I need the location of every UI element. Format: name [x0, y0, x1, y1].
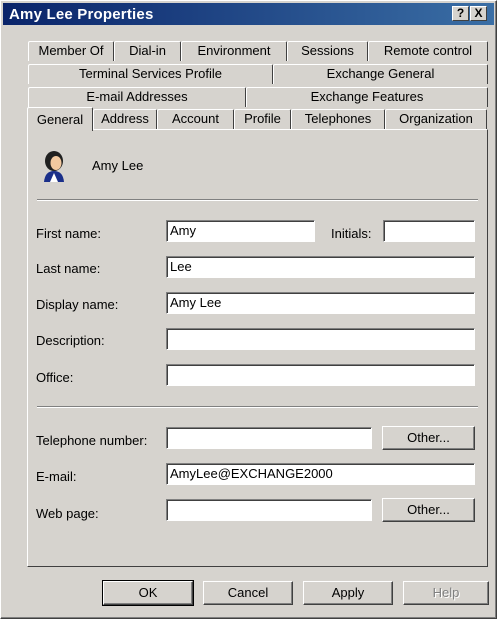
user-icon — [44, 151, 64, 182]
tab-general[interactable]: General — [27, 107, 93, 131]
apply-button[interactable]: Apply — [303, 581, 393, 605]
office-label: Office: — [36, 370, 74, 385]
tab-member-of[interactable]: Member Of — [28, 41, 114, 61]
email-label: E-mail: — [36, 469, 77, 484]
first-name-field[interactable]: Amy — [166, 220, 315, 242]
tab-exchange-features[interactable]: Exchange Features — [246, 87, 488, 107]
web-page-label: Web page: — [36, 506, 99, 521]
separator-middle — [37, 406, 478, 408]
email-field[interactable]: AmyLee@EXCHANGE2000 — [166, 463, 475, 485]
window-title: Amy Lee Properties — [9, 6, 154, 23]
description-field[interactable] — [166, 328, 475, 350]
description-label: Description: — [36, 333, 105, 348]
display-name-field[interactable]: Amy Lee — [166, 292, 475, 314]
tab-environment[interactable]: Environment — [181, 41, 287, 61]
tab-exchange-general[interactable]: Exchange General — [273, 64, 488, 84]
tab-email-addresses[interactable]: E-mail Addresses — [28, 87, 246, 107]
separator-top — [37, 199, 478, 201]
office-field[interactable] — [166, 364, 475, 386]
tab-telephones[interactable]: Telephones — [291, 109, 385, 129]
web-page-other-button[interactable]: Other... — [382, 498, 475, 522]
first-name-label: First name: — [36, 226, 102, 241]
display-name-label: Display name: — [36, 297, 119, 312]
title-bar[interactable]: Amy Lee Properties ? X — [3, 3, 494, 25]
tab-terminal-services-profile[interactable]: Terminal Services Profile — [28, 64, 273, 84]
ok-button[interactable]: OK — [102, 580, 194, 606]
cancel-button[interactable]: Cancel — [203, 581, 293, 605]
telephone-other-button[interactable]: Other... — [382, 426, 475, 450]
initials-field[interactable] — [383, 220, 475, 242]
web-page-field[interactable] — [166, 499, 372, 521]
help-button[interactable]: Help — [403, 581, 489, 605]
initials-label: Initials: — [331, 226, 372, 241]
close-title-button[interactable]: X — [470, 6, 487, 21]
tab-remote-control[interactable]: Remote control — [368, 41, 488, 61]
tab-profile[interactable]: Profile — [234, 109, 291, 129]
help-title-button[interactable]: ? — [452, 6, 469, 21]
tab-dial-in[interactable]: Dial-in — [114, 41, 181, 61]
tab-sessions[interactable]: Sessions — [287, 41, 368, 61]
telephone-field[interactable] — [166, 427, 372, 449]
user-display-name: Amy Lee — [92, 158, 144, 173]
telephone-label: Telephone number: — [36, 433, 148, 448]
last-name-field[interactable]: Lee — [166, 256, 475, 278]
last-name-label: Last name: — [36, 261, 101, 276]
tab-address[interactable]: Address — [93, 109, 157, 129]
tab-organization[interactable]: Organization — [385, 109, 487, 129]
tab-account[interactable]: Account — [157, 109, 234, 129]
